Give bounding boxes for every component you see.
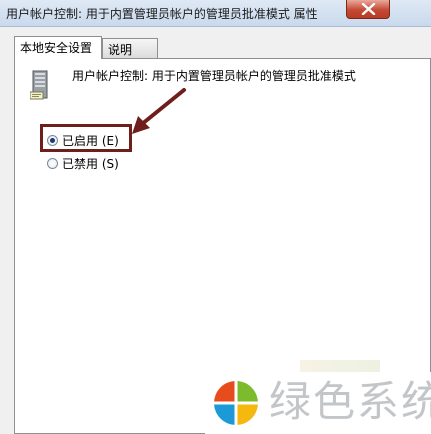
radio-button-unchecked[interactable]	[47, 157, 58, 169]
radio-disabled-label: 已禁用 (S)	[62, 156, 119, 171]
computer-icon	[30, 70, 48, 100]
radio-enabled-label: 已启用 (E)	[62, 133, 119, 148]
watermark-text: 绿色系统	[269, 377, 431, 426]
annotation-arrow-icon	[132, 88, 186, 134]
windows-logo-icon	[214, 381, 258, 425]
watermark: 绿色系统	[205, 372, 431, 434]
window-titlebar: 用户帐户控制: 用于内置管理员帐户的管理员批准模式 属性	[0, 0, 431, 27]
radio-button-checked[interactable]	[47, 134, 58, 146]
radio-enabled[interactable]: 已启用 (E)	[47, 131, 119, 149]
radio-disabled[interactable]: 已禁用 (S)	[47, 154, 119, 172]
close-icon	[361, 3, 376, 15]
tab-explain[interactable]: 说明	[102, 38, 158, 58]
close-button[interactable]	[346, 0, 390, 19]
window-title: 用户帐户控制: 用于内置管理员帐户的管理员批准模式 属性	[6, 7, 318, 21]
tab-local-security-setting[interactable]: 本地安全设置	[14, 36, 102, 59]
policy-title: 用户帐户控制: 用于内置管理员帐户的管理员批准模式	[72, 69, 356, 83]
